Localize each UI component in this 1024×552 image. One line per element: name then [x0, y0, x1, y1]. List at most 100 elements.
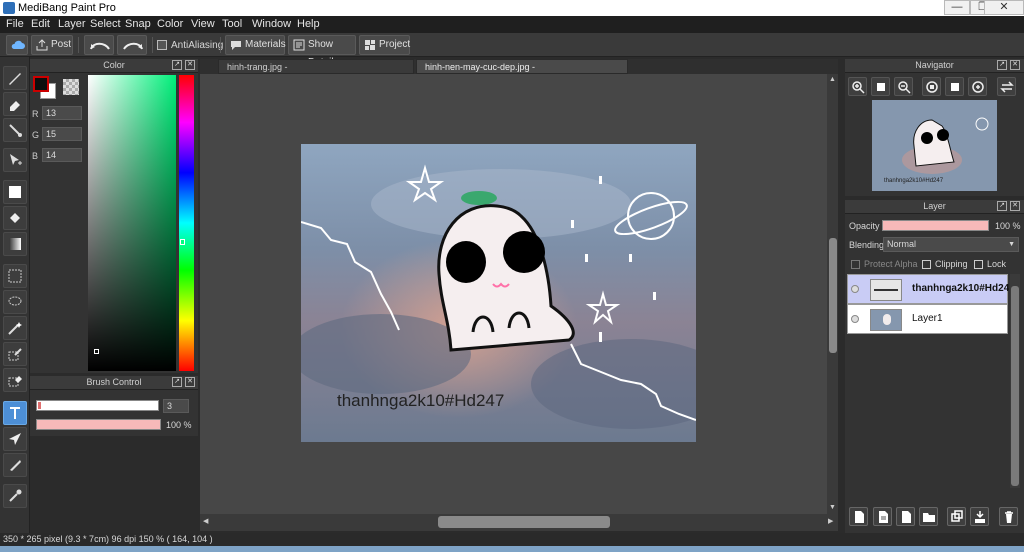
blending-mode-value: Normal [887, 239, 917, 249]
divide-tool[interactable] [3, 453, 27, 477]
scroll-right-icon[interactable]: ▶ [828, 517, 833, 525]
duplicate-layer-button[interactable] [947, 507, 966, 526]
select-tool[interactable] [3, 264, 27, 288]
magic-wand-tool[interactable] [3, 316, 27, 340]
scroll-left-icon[interactable]: ◀ [203, 517, 208, 525]
brush-size-value[interactable]: 3 [163, 399, 189, 413]
select-pen-tool[interactable] [3, 342, 27, 366]
layer-row[interactable]: Layer1 [847, 304, 1008, 334]
project-icon [365, 40, 375, 50]
panel-close-icon[interactable]: ✕ [1010, 201, 1020, 211]
cloud-button[interactable] [6, 35, 28, 55]
menu-tool[interactable]: Tool [222, 18, 242, 30]
menu-window[interactable]: Window [252, 18, 291, 30]
project-button[interactable]: Project [359, 35, 410, 55]
transparent-color-swatch[interactable] [63, 79, 79, 95]
post-button[interactable]: Post [31, 35, 73, 55]
navigator-thumb-text: thanhnga2k10#Hd247 [884, 178, 944, 184]
tool-palette [0, 57, 30, 533]
redo-button[interactable] [117, 35, 147, 55]
show-detail-button[interactable]: Show Detail [288, 35, 356, 68]
menu-edit[interactable]: Edit [31, 18, 50, 30]
merge-down-button[interactable] [970, 507, 989, 526]
layer-header: Layer ↗ ✕ [845, 200, 1024, 214]
brush-opacity-slider[interactable] [36, 419, 161, 430]
blending-mode-select[interactable]: Normal ▼ [883, 237, 1019, 252]
menu-snap[interactable]: Snap [125, 18, 151, 30]
panel-close-icon[interactable]: ✕ [185, 377, 195, 387]
saturation-value-picker[interactable] [88, 75, 176, 371]
panel-float-icon[interactable]: ↗ [172, 60, 182, 70]
brush-tool[interactable] [3, 66, 27, 90]
visibility-eye-icon[interactable] [851, 315, 859, 323]
os-taskbar [0, 546, 1024, 552]
antialiasing-checkbox[interactable] [157, 40, 167, 50]
scroll-down-icon[interactable]: ▼ [829, 504, 836, 511]
delete-layer-button[interactable] [999, 507, 1018, 526]
navigator-preview[interactable]: thanhnga2k10#Hd247 [872, 100, 997, 191]
move-tool[interactable] [3, 148, 27, 172]
foreground-color-swatch[interactable] [33, 76, 49, 92]
clipping-checkbox[interactable] [922, 260, 931, 269]
operation-tool[interactable] [3, 427, 27, 451]
flip-horizontal-button[interactable] [997, 77, 1016, 96]
eraser-tool[interactable] [3, 92, 27, 116]
new-halftone-layer-button[interactable] [873, 507, 892, 526]
rotate-right-button[interactable] [968, 77, 987, 96]
layer-opacity-slider[interactable] [882, 220, 989, 231]
menu-layer[interactable]: Layer [58, 18, 86, 30]
gradient-tool[interactable] [3, 232, 27, 256]
tab-hinh-nen[interactable]: hinh-nen-may-cuc-dep.jpg - C:/Users/THAN… [416, 59, 628, 86]
panel-float-icon[interactable]: ↗ [172, 377, 182, 387]
minimize-button[interactable]: — [944, 0, 970, 15]
new-layer-button[interactable] [849, 507, 868, 526]
lasso-tool[interactable] [3, 290, 27, 314]
zoom-in-button[interactable] [848, 77, 867, 96]
panel-close-icon[interactable]: ✕ [185, 60, 195, 70]
g-value-input[interactable]: 15 [42, 127, 82, 141]
hue-slider[interactable] [179, 75, 194, 371]
materials-button[interactable]: Materials [225, 35, 286, 55]
dot-pen-tool[interactable] [3, 118, 27, 142]
b-value-input[interactable]: 14 [42, 148, 82, 162]
tab-hinh-trang[interactable]: hinh-trang.jpg - C:/Users/THANG/Download… [218, 59, 414, 86]
zoom-fit-button[interactable] [871, 77, 890, 96]
bucket-tool[interactable] [3, 206, 27, 230]
select-eraser-tool[interactable] [3, 368, 27, 392]
horizontal-scroll-thumb[interactable] [438, 516, 610, 528]
panel-float-icon[interactable]: ↗ [997, 201, 1007, 211]
menu-file[interactable]: File [6, 18, 24, 30]
close-button[interactable]: ✕ [984, 0, 1024, 15]
panel-close-icon[interactable]: ✕ [1010, 60, 1020, 70]
new-folder-button[interactable] [919, 507, 938, 526]
fill-rectangle-tool[interactable] [3, 180, 27, 204]
folder-icon [923, 513, 935, 522]
undo-button[interactable] [84, 35, 114, 55]
rotate-left-button[interactable] [922, 77, 941, 96]
new-1bit-layer-button[interactable] [896, 507, 915, 526]
vertical-scroll-thumb[interactable] [829, 238, 837, 353]
clipping-label: Clipping [935, 259, 968, 269]
menu-view[interactable]: View [191, 18, 215, 30]
knife-icon [10, 460, 21, 471]
menu-select[interactable]: Select [90, 18, 121, 30]
layer-row[interactable]: thanhnga2k10#Hd247 [847, 274, 1009, 304]
layer-scroll-thumb[interactable] [1011, 286, 1019, 486]
rotate-reset-button[interactable] [945, 77, 964, 96]
zoom-out-button[interactable] [894, 77, 913, 96]
panel-float-icon[interactable]: ↗ [997, 60, 1007, 70]
visibility-eye-icon[interactable] [851, 285, 859, 293]
menu-help[interactable]: Help [297, 18, 320, 30]
lock-checkbox[interactable] [974, 260, 983, 269]
text-tool[interactable] [3, 401, 27, 425]
page-lines-icon [879, 511, 888, 523]
eyedropper-tool[interactable] [3, 484, 27, 508]
menu-color[interactable]: Color [157, 18, 183, 30]
brush-size-slider[interactable] [36, 400, 159, 411]
hue-slider-handle[interactable] [180, 239, 185, 245]
square-reset-icon [951, 83, 959, 91]
protect-alpha-checkbox[interactable] [851, 260, 860, 269]
character-thumb-icon [883, 314, 891, 325]
r-value-input[interactable]: 13 [42, 106, 82, 120]
scroll-up-icon[interactable]: ▲ [829, 76, 836, 83]
